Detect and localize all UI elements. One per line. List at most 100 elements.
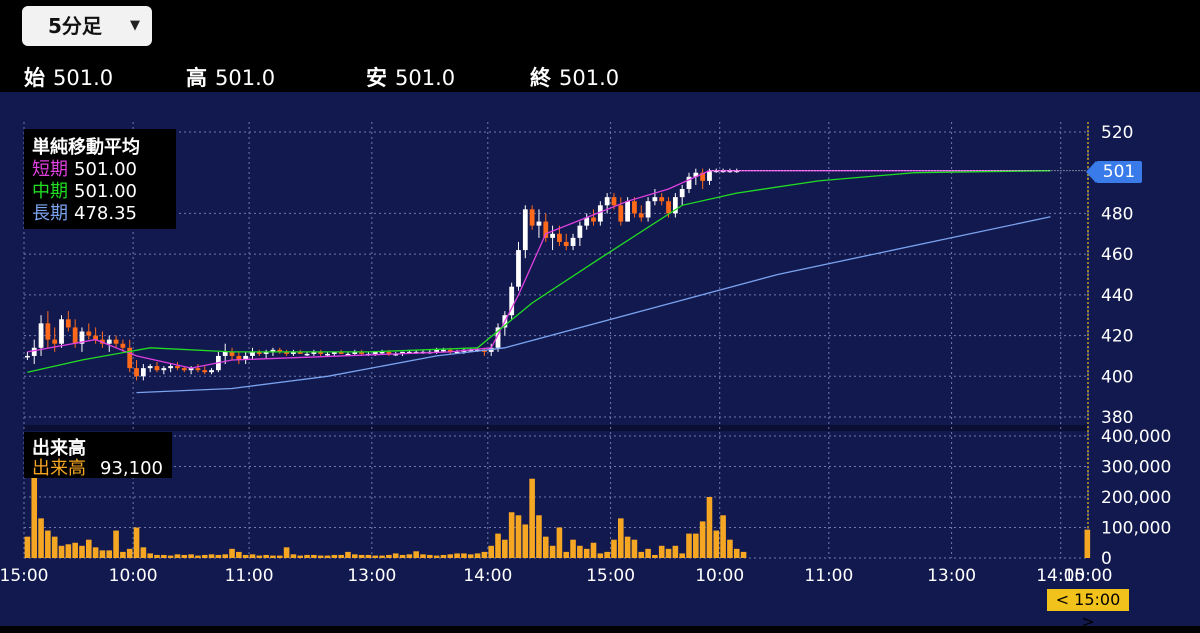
volume-tick-label: 0 xyxy=(1101,549,1112,569)
volume-bar xyxy=(222,554,229,558)
candle-body xyxy=(536,221,542,226)
volume-bar xyxy=(372,555,379,558)
volume-bar xyxy=(58,545,65,558)
candle-body xyxy=(140,368,146,377)
candle-body xyxy=(632,201,637,214)
candle-body xyxy=(202,370,208,373)
candle-body xyxy=(168,366,174,369)
volume-bar xyxy=(461,553,467,558)
volume-bar xyxy=(467,554,474,558)
candle-body xyxy=(120,343,126,348)
current-price-badge: 501 xyxy=(1086,161,1142,183)
volume-bar xyxy=(542,536,549,558)
price-volume-chart[interactable]: 15:00 10:00 11:00 13:00 14:00 15:00 10:00 11:00… xyxy=(0,92,1200,626)
candle-body xyxy=(679,189,685,198)
volume-bar xyxy=(331,554,338,558)
candle-body xyxy=(304,353,310,356)
volume-bar xyxy=(45,530,51,558)
volume-bar xyxy=(713,530,720,558)
candle-body xyxy=(441,349,446,352)
volume-label: 出来高 xyxy=(32,458,86,479)
volume-row: 出来高 93,100 xyxy=(32,454,163,480)
candle-body xyxy=(161,368,167,371)
volume-bar xyxy=(652,554,658,558)
volume-bar xyxy=(31,466,38,558)
volume-bar xyxy=(577,545,583,558)
candle-body xyxy=(25,355,30,358)
candle-body xyxy=(147,366,153,369)
volume-bar xyxy=(283,547,290,558)
volume-legend: 出来高 出来高 93,100 xyxy=(24,432,172,480)
candle-body xyxy=(31,347,37,356)
candle-body xyxy=(638,213,644,218)
candle-body xyxy=(659,197,665,202)
volume-bar xyxy=(92,547,99,558)
candle-body xyxy=(325,353,330,356)
volume-bar xyxy=(147,553,153,558)
volume-bar xyxy=(106,550,113,558)
volume-bar xyxy=(740,551,747,558)
volume-bar xyxy=(174,554,181,558)
volume-bar xyxy=(529,478,535,558)
volume-bar xyxy=(120,551,126,558)
volume-tick-label: 200,000 xyxy=(1101,488,1171,508)
volume-bar xyxy=(508,512,515,558)
volume-bar xyxy=(611,539,617,558)
volume-bar xyxy=(413,551,419,558)
y-tick-label: 480 xyxy=(1101,204,1133,224)
volume-bar xyxy=(304,554,310,558)
volume-bar xyxy=(638,551,645,558)
y-tick-label: 520 xyxy=(1101,123,1133,143)
volume-bar xyxy=(167,555,174,558)
volume-bar xyxy=(215,554,222,558)
timeframe-select[interactable]: 5分足 ▼ xyxy=(22,6,152,46)
candle-body xyxy=(175,366,180,369)
current-time-badge[interactable]: < 15:00 > xyxy=(1047,589,1129,631)
volume-tick-label: 100,000 xyxy=(1101,519,1171,539)
x-tick-label: 14:00 xyxy=(463,566,512,586)
volume-bar xyxy=(536,515,542,558)
candle-body xyxy=(72,327,78,344)
volume-bar xyxy=(672,545,679,558)
candle-body xyxy=(113,339,119,344)
volume-bar xyxy=(406,554,413,558)
volume-tick-label: 400,000 xyxy=(1101,427,1171,447)
volume-bar xyxy=(502,539,508,558)
candle-body xyxy=(154,366,160,371)
volume-bar xyxy=(658,545,665,558)
x-tick-label: 15:00 xyxy=(0,566,49,586)
volume-bar xyxy=(79,545,85,558)
volume-bar xyxy=(256,555,263,558)
volume-bar xyxy=(699,521,706,558)
candle-body xyxy=(563,241,569,246)
volume-bar xyxy=(195,555,201,558)
volume-bar xyxy=(379,555,385,558)
candle-body xyxy=(434,349,440,352)
candle-body xyxy=(38,323,44,348)
candle-body xyxy=(516,250,521,287)
volume-bar xyxy=(99,550,106,558)
volume-bar xyxy=(727,539,733,558)
y-tick-label: 460 xyxy=(1101,245,1133,265)
candle-body xyxy=(59,319,64,344)
candle-body xyxy=(550,233,555,238)
chart-area[interactable]: 15:00 10:00 11:00 13:00 14:00 15:00 10:00 11:00… xyxy=(0,92,1200,631)
volume-tick-label: 300,000 xyxy=(1101,458,1171,478)
candle-body xyxy=(611,197,617,206)
volume-bar xyxy=(549,545,556,558)
volume-bar xyxy=(597,553,604,558)
volume-bar xyxy=(236,551,242,558)
timeframe-label: 5分足 xyxy=(48,14,102,38)
candle-body xyxy=(222,351,228,356)
volume-bar xyxy=(181,554,188,558)
volume-bar xyxy=(24,536,31,558)
candle-body xyxy=(666,201,671,214)
volume-bar xyxy=(270,555,276,558)
candle-body xyxy=(195,368,201,371)
volume-bar xyxy=(474,553,481,558)
sma-legend: 単純移動平均 短期 501.00 中期 501.00 長期 478.35 xyxy=(24,129,176,229)
chevron-down-icon: ▼ xyxy=(130,18,140,33)
volume-bar xyxy=(249,554,256,558)
candle-body xyxy=(604,197,610,206)
volume-bar xyxy=(522,524,529,558)
